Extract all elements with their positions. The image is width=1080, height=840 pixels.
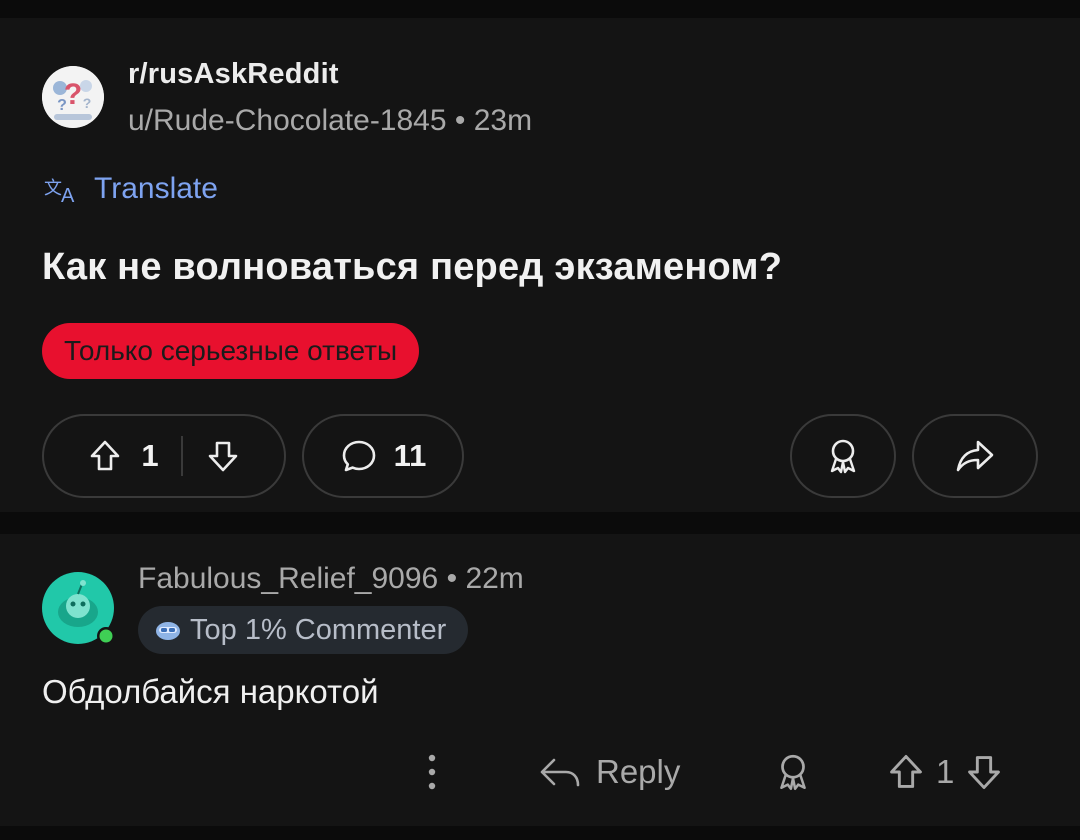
svg-text:?: ? <box>57 97 67 114</box>
award-button[interactable] <box>790 414 896 498</box>
post-meta: u/Rude-Chocolate-1845 • 23m <box>128 104 532 138</box>
more-options-icon <box>420 750 444 794</box>
award-icon <box>772 751 814 793</box>
section-divider <box>0 512 1080 534</box>
upvote-icon[interactable] <box>87 438 123 474</box>
comment-award-button[interactable] <box>772 748 814 796</box>
svg-text:A: A <box>61 185 75 204</box>
comment-vote-count: 1 <box>936 753 955 790</box>
post-author[interactable]: u/Rude-Chocolate-1845 <box>128 104 447 137</box>
downvote-icon[interactable] <box>964 752 1004 792</box>
svg-text:文: 文 <box>44 178 62 199</box>
comment-meta: Fabulous_Relief_9096 • 22m <box>138 562 524 596</box>
comment-count: 11 <box>393 438 427 473</box>
reply-button[interactable]: Reply <box>538 748 680 796</box>
vote-divider <box>180 436 183 476</box>
commenter-badge[interactable]: Top 1% Commenter <box>138 606 469 654</box>
downvote-icon[interactable] <box>205 438 241 474</box>
share-button[interactable] <box>912 414 1038 498</box>
upvote-icon[interactable] <box>886 752 926 792</box>
svg-text:?: ? <box>83 95 92 111</box>
translate-button[interactable]: 文 A Translate <box>44 172 218 206</box>
bottom-divider <box>0 826 1080 840</box>
comment-icon <box>340 437 378 475</box>
comment-age: 22m <box>465 562 524 595</box>
translate-label: Translate <box>94 172 218 205</box>
top-divider <box>0 0 1080 18</box>
translate-icon: 文 A <box>44 174 84 204</box>
meta-separator: • <box>454 104 466 137</box>
share-icon <box>954 438 996 474</box>
top-commenter-icon <box>154 618 182 642</box>
online-indicator <box>99 629 113 643</box>
meta-separator: • <box>446 562 458 595</box>
post-vote-bar: 1 <box>42 414 286 498</box>
badge-label: Top 1% Commenter <box>190 613 447 646</box>
comments-button[interactable]: 11 <box>302 414 464 498</box>
reply-icon <box>538 754 582 790</box>
post-vote-count: 1 <box>141 438 159 473</box>
more-options-button[interactable] <box>420 748 444 796</box>
award-icon <box>823 436 863 476</box>
comment-username[interactable]: Fabulous_Relief_9096 <box>138 562 438 595</box>
commenter-avatar[interactable] <box>42 572 116 646</box>
post-title[interactable]: Как не волноваться перед экзаменом? <box>42 246 782 289</box>
post-age: 23m <box>473 104 533 137</box>
comment-body: Обдолбайся наркотой <box>42 673 379 710</box>
comment-vote-bar: 1 <box>886 748 1004 796</box>
post-flair[interactable]: Только серьезные ответы <box>42 323 420 379</box>
reply-label: Reply <box>596 753 681 790</box>
subreddit-name[interactable]: r/rusAskReddit <box>128 58 339 91</box>
subreddit-avatar[interactable]: ? ? ? <box>42 66 104 128</box>
